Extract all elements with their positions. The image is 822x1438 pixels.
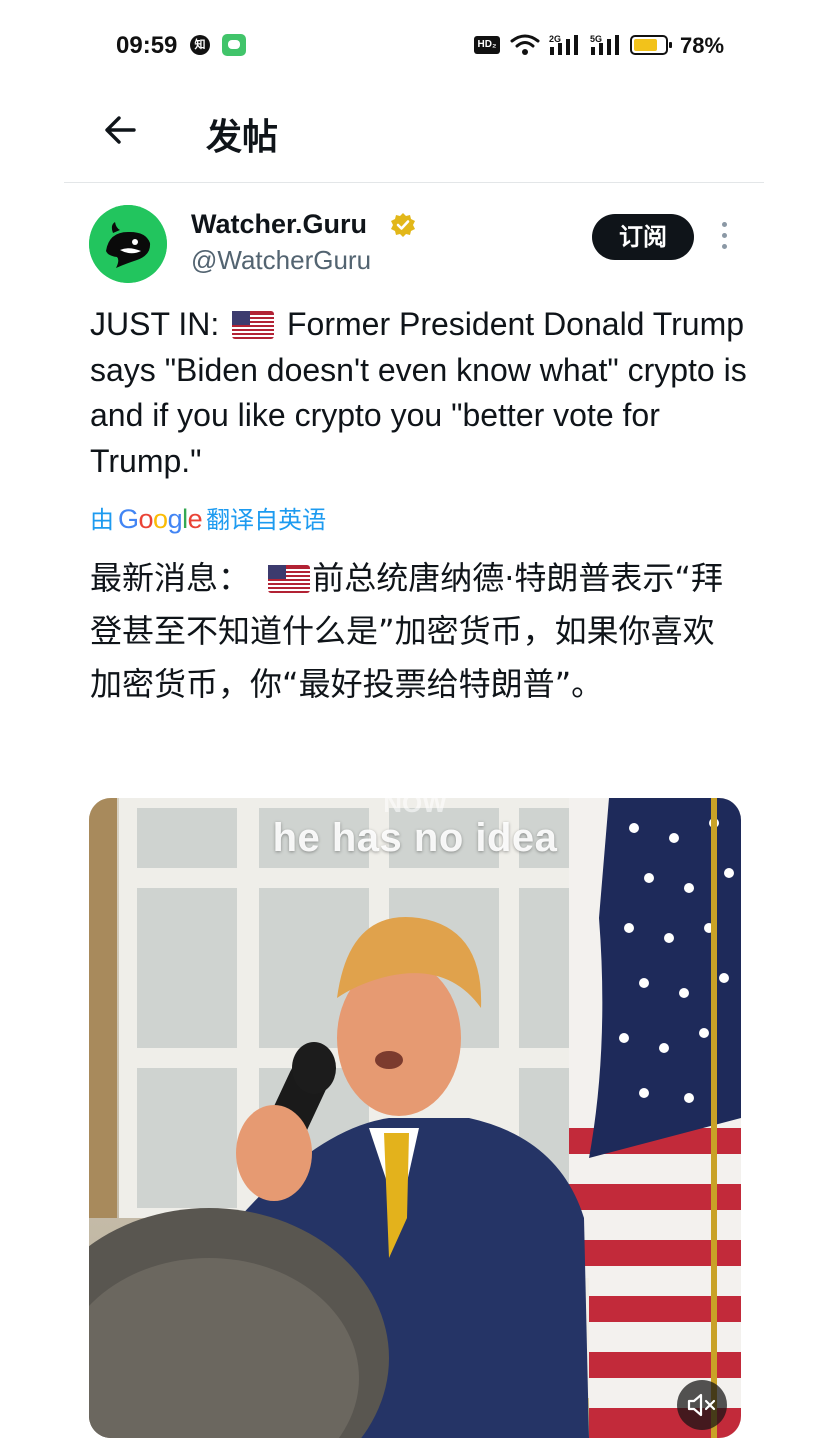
translation-attribution[interactable]: 由 Google 翻译自英语 [90, 500, 326, 535]
more-options-icon[interactable] [716, 222, 732, 254]
tweet-video[interactable]: NOW he has no idea [89, 798, 741, 1438]
battery-percent: 78% [680, 33, 725, 58]
signal-5g-icon: 5G [590, 34, 619, 55]
us-flag-icon [232, 311, 275, 339]
us-flag-icon [268, 565, 311, 593]
tweet-text: JUST IN: Former President Donald Trump s… [90, 302, 750, 484]
status-bar: 09:59 知 HD₂ 2G 5G 78% [0, 0, 822, 92]
video-frame: NOW [89, 798, 741, 1438]
whale-logo-icon [89, 205, 167, 283]
tweet-text-prefix: JUST IN: [90, 306, 220, 342]
verified-badge-icon [391, 213, 415, 237]
translated-text: 最新消息： 前总统唐纳德·特朗普表示“拜登甚至不知道什么是”加密货币，如果你喜欢… [90, 552, 730, 711]
svg-text:5G: 5G [590, 34, 602, 44]
hd-voice-icon: HD₂ [474, 36, 500, 54]
translated-prefix: 最新消息： [90, 559, 251, 597]
translation-prefix: 由 [90, 506, 114, 534]
status-time: 09:59 [116, 32, 178, 59]
mute-button[interactable] [677, 1380, 727, 1430]
video-caption: he has no idea [272, 816, 558, 860]
back-arrow-icon[interactable] [100, 110, 140, 150]
caption-faded: NOW [383, 798, 447, 818]
page-title: 发帖 [206, 117, 279, 158]
zhihu-icon: 知 [190, 35, 210, 55]
svg-text:2G: 2G [549, 34, 561, 44]
header-divider [64, 182, 764, 183]
battery-icon [630, 35, 672, 55]
signal-2g-icon: 2G [549, 34, 578, 55]
translation-suffix: 翻译自英语 [206, 506, 327, 534]
author-display-name[interactable]: Watcher.Guru [191, 209, 367, 240]
avatar[interactable] [89, 205, 167, 283]
wifi-icon [510, 34, 540, 55]
wechat-icon [222, 34, 246, 56]
google-logo: Google [118, 504, 203, 534]
speaker-muted-icon [687, 1393, 716, 1417]
author-handle[interactable]: @WatcherGuru [191, 245, 371, 276]
subscribe-button[interactable]: 订阅 [592, 214, 694, 260]
